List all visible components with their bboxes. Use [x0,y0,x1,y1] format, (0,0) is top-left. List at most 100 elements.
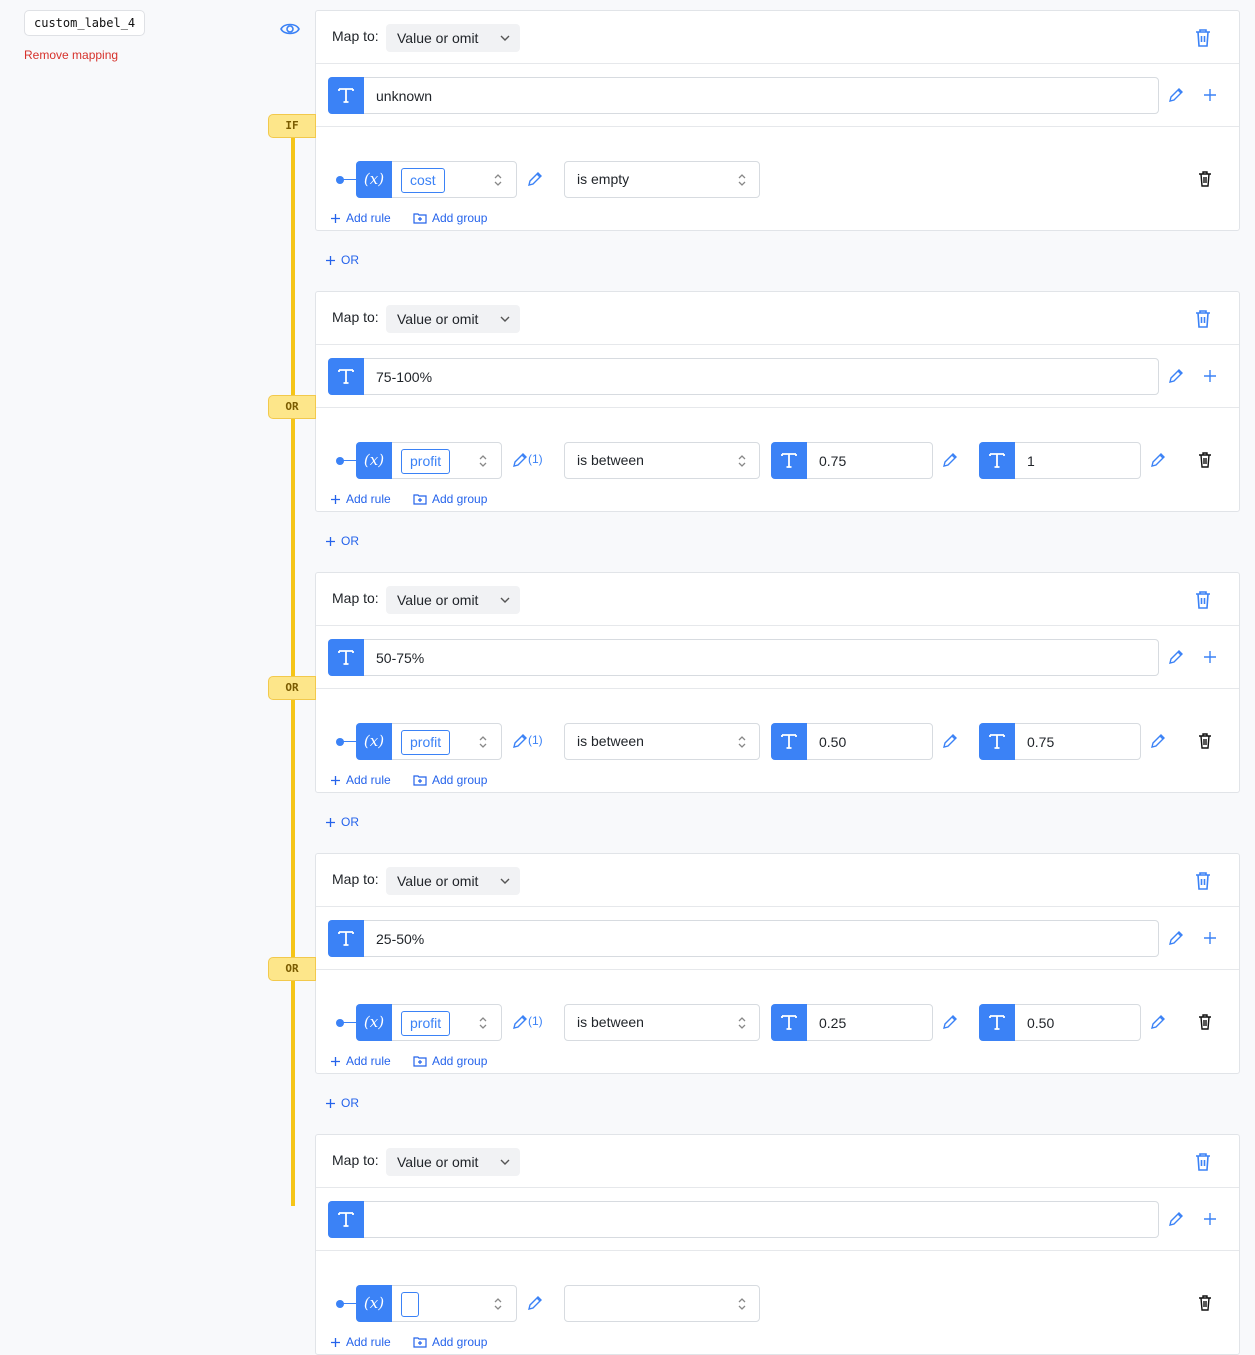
variable-chip [401,1292,419,1317]
function-count[interactable]: (1) [528,733,543,747]
delete-card-icon[interactable] [1194,28,1212,48]
delete-card-icon[interactable] [1194,309,1212,329]
argument-input[interactable]: 0.50 [771,723,933,760]
remove-mapping-link[interactable]: Remove mapping [24,48,118,62]
edit-argument-icon[interactable] [1150,1014,1166,1030]
argument-value: 0.50 [819,734,847,750]
add-or-button[interactable]: OR [325,815,359,829]
edit-value-icon[interactable] [1168,368,1184,384]
edit-variable-icon[interactable] [512,733,528,749]
edit-argument-icon[interactable] [1150,452,1166,468]
add-or-button[interactable]: OR [325,534,359,548]
map-to-select[interactable]: Value or omit [386,1148,520,1176]
edit-value-icon[interactable] [1168,649,1184,665]
card-header: Map to: Value or omit [316,1135,1239,1188]
function-count[interactable]: (1) [528,1014,543,1028]
value-text: 75-100% [376,369,433,385]
rule-dot [336,738,344,746]
variable-icon: (x) [356,1285,392,1322]
variable-chip: cost [401,168,445,193]
edit-variable-icon[interactable] [512,452,528,468]
chevron-down-icon [500,597,510,603]
add-rule-button[interactable]: Add rule [330,773,391,787]
text-type-icon [328,920,364,957]
eye-icon[interactable] [280,20,300,38]
add-group-button[interactable]: Add group [413,1335,487,1349]
delete-rule-icon[interactable] [1198,452,1212,468]
argument-input[interactable]: 0.25 [771,1004,933,1041]
argument-input[interactable]: 0.50 [979,1004,1141,1041]
edit-variable-icon[interactable] [512,1014,528,1030]
edit-argument-icon[interactable] [942,733,958,749]
operator-select[interactable]: is between [564,1004,760,1041]
add-group-label: Add group [432,1335,488,1349]
add-group-label: Add group [432,211,488,225]
value-input[interactable]: 75-100% [328,358,1159,395]
rule-area: (x) profit (1) is between 0.25 0.50 Add r… [316,970,1239,1074]
edit-value-icon[interactable] [1168,1211,1184,1227]
variable-select[interactable]: (x) cost [356,161,517,198]
delete-rule-icon[interactable] [1198,1014,1212,1030]
text-type-icon [979,723,1015,760]
add-rule-button[interactable]: Add rule [330,211,391,225]
variable-icon: (x) [356,442,392,479]
operator-select[interactable]: is between [564,442,760,479]
edit-argument-icon[interactable] [942,1014,958,1030]
map-to-select[interactable]: Value or omit [386,24,520,52]
delete-card-icon[interactable] [1194,1152,1212,1172]
edit-argument-icon[interactable] [942,452,958,468]
field-name-chip: custom_label_4 [24,10,146,36]
add-rule-button[interactable]: Add rule [330,1335,391,1349]
variable-select[interactable]: (x) profit [356,1004,502,1041]
value-input[interactable]: 50-75% [328,639,1159,676]
variable-select[interactable]: (x) [356,1285,517,1322]
add-or-button[interactable]: OR [325,1096,359,1110]
argument-input[interactable]: 0.75 [771,442,933,479]
argument-input[interactable]: 0.75 [979,723,1141,760]
text-type-icon [979,442,1015,479]
add-rule-button[interactable]: Add rule [330,492,391,506]
add-value-icon[interactable] [1203,369,1217,383]
operator-select[interactable] [564,1285,760,1322]
updown-icon [494,1298,502,1310]
add-value-icon[interactable] [1203,931,1217,945]
rule-dot [336,457,344,465]
edit-argument-icon[interactable] [1150,733,1166,749]
map-to-select[interactable]: Value or omit [386,586,520,614]
map-to-select[interactable]: Value or omit [386,867,520,895]
text-type-icon [771,723,807,760]
delete-rule-icon[interactable] [1198,171,1212,187]
operator-select[interactable]: is empty [564,161,760,198]
add-group-button[interactable]: Add group [413,492,487,506]
add-group-button[interactable]: Add group [413,773,487,787]
function-count[interactable]: (1) [528,452,543,466]
add-or-button[interactable]: OR [325,253,359,267]
value-input[interactable] [328,1201,1159,1238]
delete-rule-icon[interactable] [1198,733,1212,749]
value-text: unknown [376,88,433,104]
value-input[interactable]: 25-50% [328,920,1159,957]
argument-value: 0.75 [1027,734,1055,750]
delete-card-icon[interactable] [1194,871,1212,891]
add-rule-button[interactable]: Add rule [330,1054,391,1068]
value-input[interactable]: unknown [328,77,1159,114]
add-value-icon[interactable] [1203,88,1217,102]
variable-select[interactable]: (x) profit [356,723,502,760]
variable-select[interactable]: (x) profit [356,442,502,479]
map-to-select[interactable]: Value or omit [386,305,520,333]
delete-rule-icon[interactable] [1198,1295,1212,1311]
argument-input[interactable]: 1 [979,442,1141,479]
text-type-icon [328,77,364,114]
add-group-button[interactable]: Add group [413,1054,487,1068]
rule-dot [336,1300,344,1308]
edit-variable-icon[interactable] [527,1295,543,1311]
edit-variable-icon[interactable] [527,171,543,187]
plus-icon [331,1056,340,1066]
delete-card-icon[interactable] [1194,590,1212,610]
add-value-icon[interactable] [1203,650,1217,664]
add-value-icon[interactable] [1203,1212,1217,1226]
edit-value-icon[interactable] [1168,930,1184,946]
operator-select[interactable]: is between [564,723,760,760]
add-group-button[interactable]: Add group [413,211,487,225]
edit-value-icon[interactable] [1168,87,1184,103]
